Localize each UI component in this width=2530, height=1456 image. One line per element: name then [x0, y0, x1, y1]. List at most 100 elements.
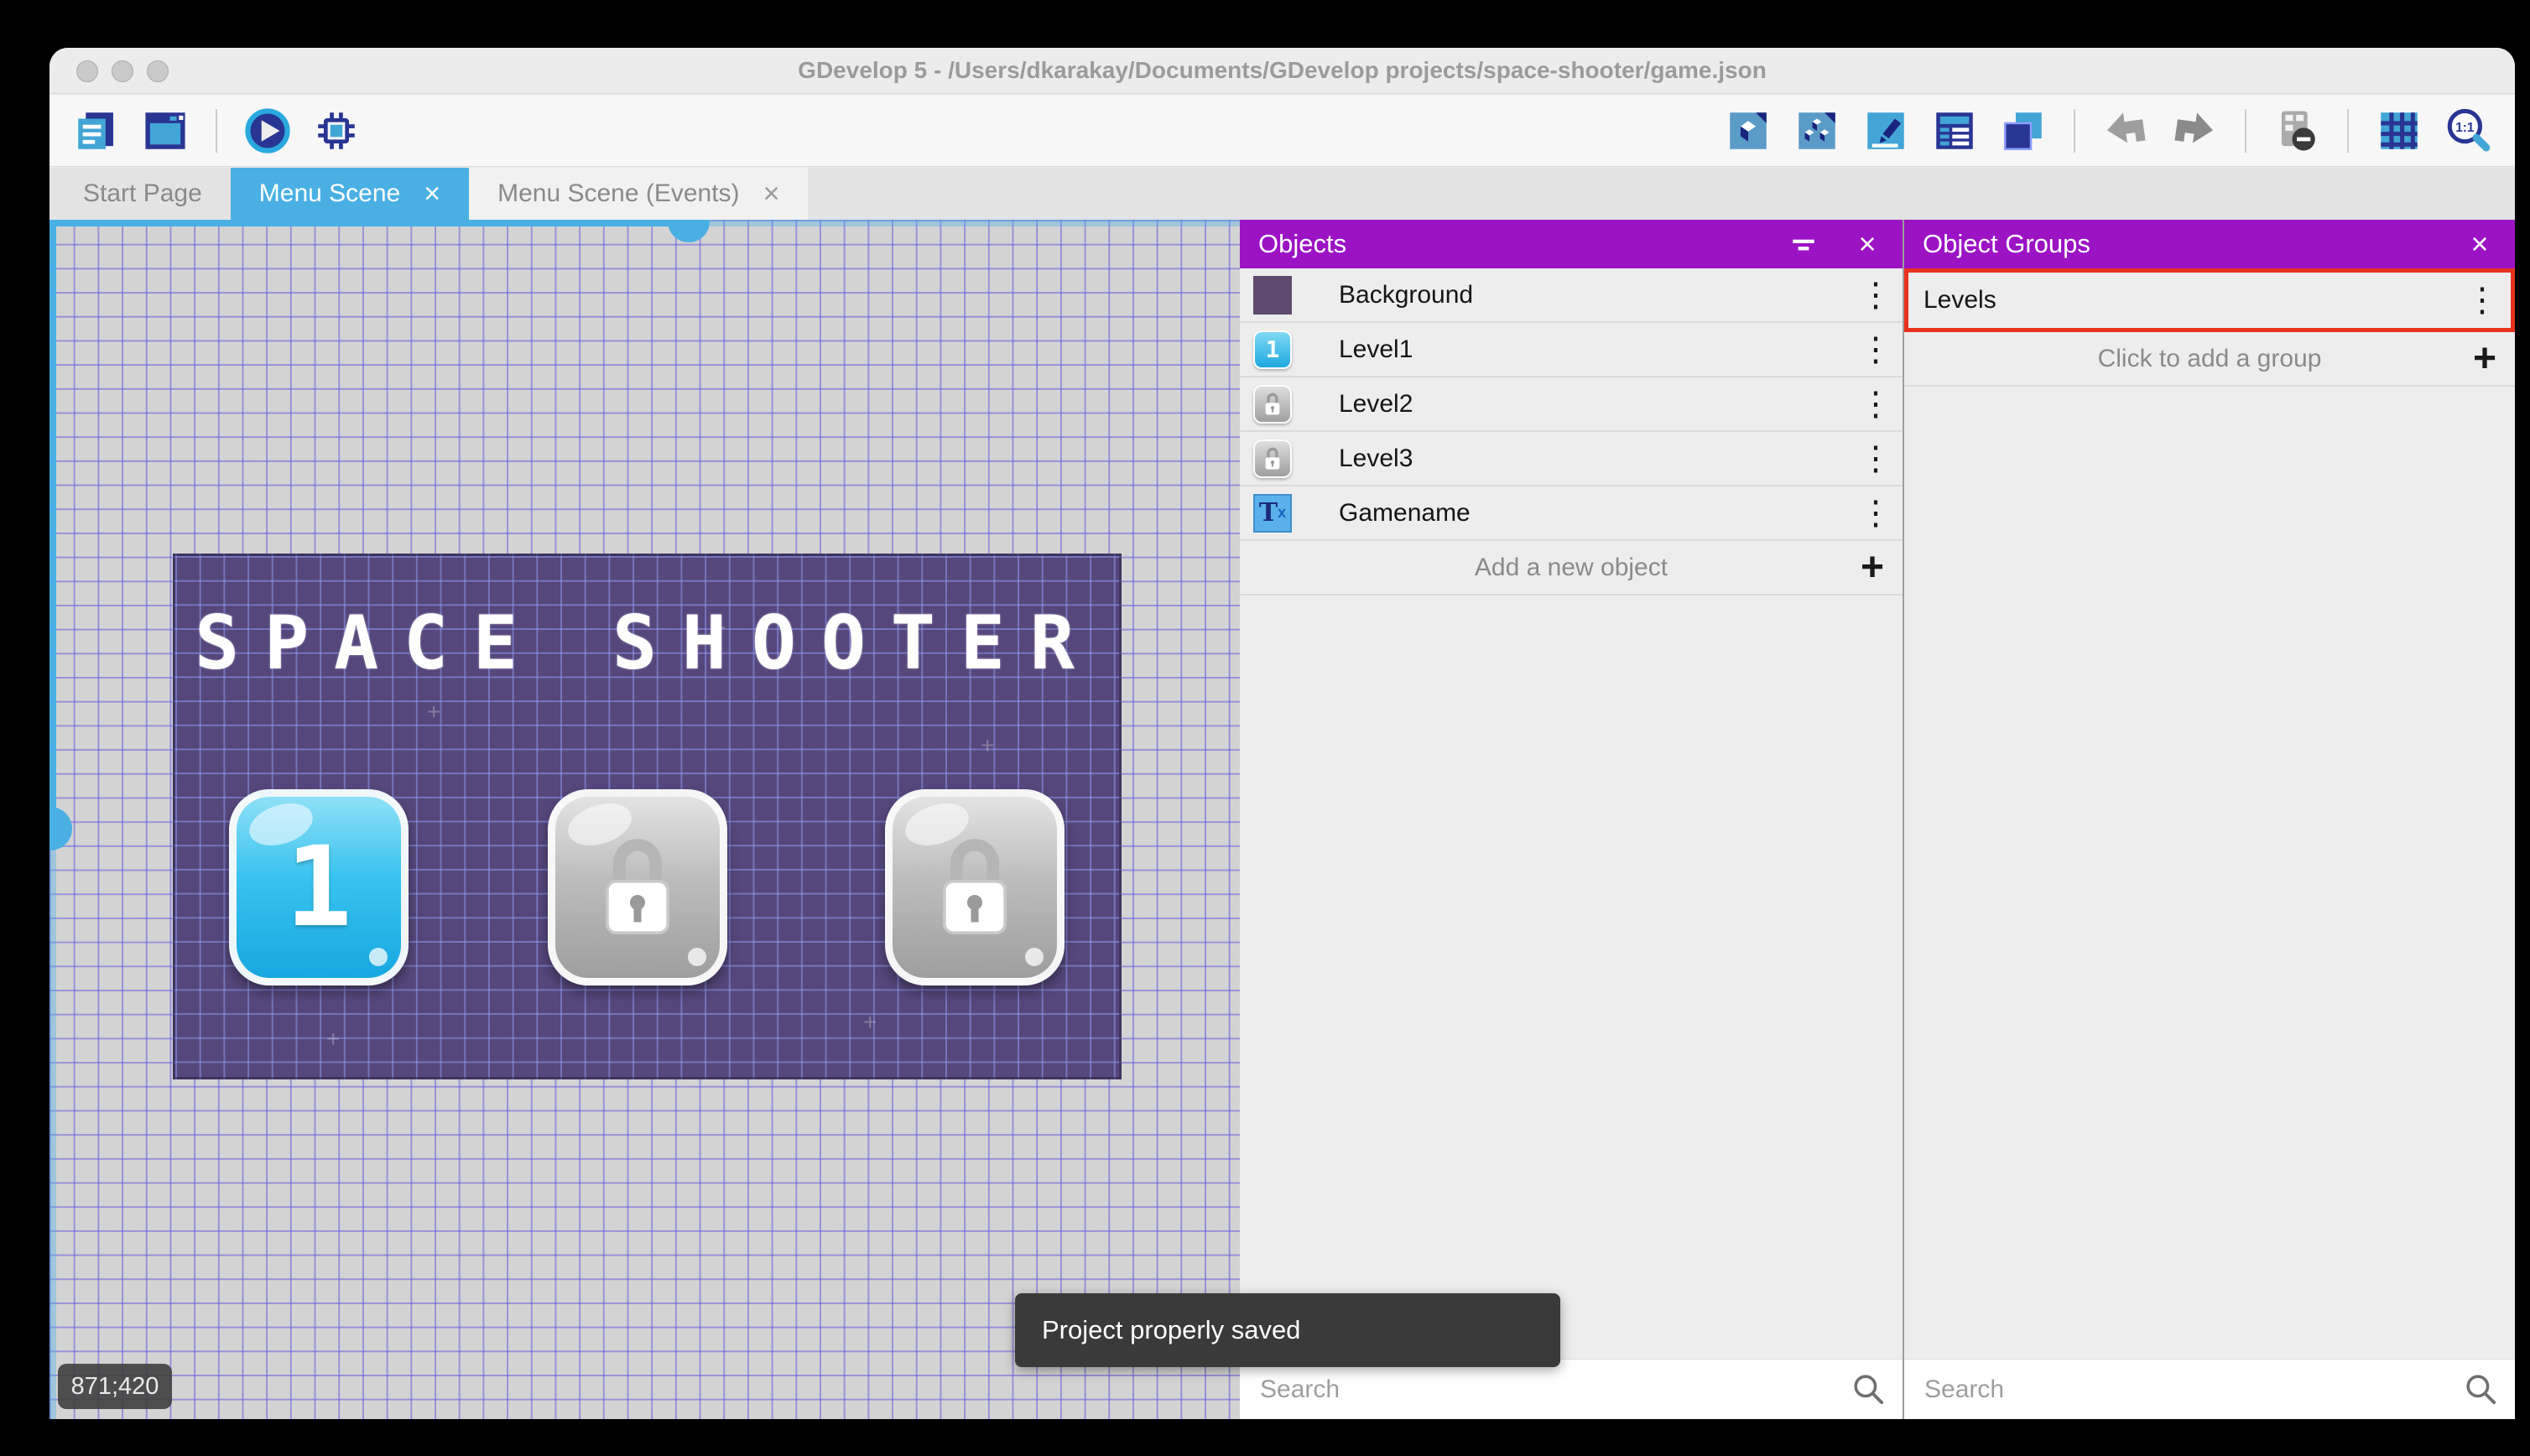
level1-thumbnail-icon: 1	[1253, 330, 1292, 369]
vertical-scrollbar[interactable]	[49, 220, 56, 839]
toolbar-separator	[2245, 109, 2246, 153]
tab-menu-scene-events[interactable]: Menu Scene (Events) ×	[469, 168, 808, 220]
undo-icon[interactable]	[2101, 106, 2151, 156]
object-row-level1[interactable]: 1 Level1 ⋮	[1240, 323, 1903, 377]
locked-thumbnail-icon	[1253, 385, 1292, 424]
add-object-label: Add a new object	[1475, 554, 1668, 582]
instances-list-icon[interactable]	[1929, 106, 1980, 156]
filter-icon[interactable]	[1787, 227, 1820, 261]
add-group-label: Click to add a group	[2098, 345, 2322, 373]
objects-panel: Objects × Background ⋮ 1 Level1 ⋮	[1240, 220, 1903, 1419]
grid-icon[interactable]	[2374, 106, 2424, 156]
object-name: Gamename	[1339, 499, 1859, 528]
level1-button-instance[interactable]: 1	[229, 789, 409, 985]
kebab-menu-icon[interactable]: ⋮	[1859, 330, 1889, 369]
toolbar-right-group: 1:1	[1723, 106, 2493, 156]
object-row-gamename[interactable]: Tx Gamename ⋮	[1240, 486, 1903, 541]
tab-bar: Start Page Menu Scene × Menu Scene (Even…	[49, 168, 2515, 220]
scene-editor-icon[interactable]	[140, 106, 190, 156]
add-group-row[interactable]: Click to add a group +	[1904, 332, 2515, 387]
horizontal-scrollbar-track[interactable]	[688, 220, 1240, 226]
play-icon[interactable]	[242, 106, 293, 156]
gloss-dot	[369, 948, 388, 966]
lock-icon	[929, 833, 1021, 942]
horizontal-scrollbar[interactable]	[49, 220, 688, 226]
star-decoration: +	[981, 732, 994, 759]
close-icon[interactable]: ×	[424, 179, 440, 208]
tab-label: Menu Scene (Events)	[497, 179, 739, 208]
panel-title: Object Groups	[1923, 229, 2433, 259]
game-title-text-instance[interactable]: SPACE SHOOTER	[175, 600, 1119, 686]
object-groups-search	[1904, 1359, 2515, 1419]
star-decoration: +	[863, 1009, 877, 1036]
instances-mask-icon[interactable]	[2272, 106, 2322, 156]
toast-notification: Project properly saved	[1015, 1293, 1560, 1367]
properties-icon[interactable]	[1861, 106, 1911, 156]
object-name: Background	[1339, 281, 1859, 309]
objects-panel-header: Objects ×	[1240, 220, 1903, 268]
text-object-thumbnail-icon: Tx	[1253, 494, 1292, 533]
project-manager-icon[interactable]	[71, 106, 122, 156]
level3-button-instance[interactable]	[885, 789, 1065, 985]
kebab-menu-icon[interactable]: ⋮	[2465, 281, 2496, 320]
vertical-scrollbar-thumb[interactable]	[49, 807, 72, 850]
toolbar-separator	[216, 109, 217, 153]
group-row-levels[interactable]: Levels ⋮	[1904, 268, 2515, 332]
gdevelop-window: GDevelop 5 - /Users/dkarakay/Documents/G…	[49, 48, 2515, 1419]
close-icon[interactable]: ×	[1851, 227, 1884, 261]
object-row-level2[interactable]: Level2 ⋮	[1240, 377, 1903, 432]
svg-text:1:1: 1:1	[2455, 120, 2475, 134]
layers-icon[interactable]	[1998, 106, 2048, 156]
titlebar[interactable]: GDevelop 5 - /Users/dkarakay/Documents/G…	[49, 48, 2515, 94]
kebab-menu-icon[interactable]: ⋮	[1859, 494, 1889, 533]
object-groups-panel-header: Object Groups ×	[1904, 220, 2515, 268]
plus-icon[interactable]: +	[2473, 335, 2496, 382]
level-number: 1	[285, 823, 351, 952]
zoom-window-button[interactable]	[147, 60, 169, 82]
object-row-background[interactable]: Background ⋮	[1240, 268, 1903, 323]
horizontal-scrollbar-thumb[interactable]	[668, 220, 710, 242]
close-icon[interactable]: ×	[2463, 227, 2496, 261]
redo-icon[interactable]	[2169, 106, 2220, 156]
window-title: GDevelop 5 - /Users/dkarakay/Documents/G…	[49, 57, 2515, 84]
kebab-menu-icon[interactable]: ⋮	[1859, 385, 1889, 424]
search-icon	[1851, 1371, 1887, 1408]
add-object-row[interactable]: Add a new object +	[1240, 541, 1903, 595]
tab-start-page[interactable]: Start Page	[55, 168, 231, 220]
star-decoration: +	[712, 615, 726, 642]
panel-title: Objects	[1258, 229, 1757, 259]
scene-canvas[interactable]: SPACE SHOOTER + + + + + 1	[49, 220, 1240, 1419]
lock-icon	[591, 833, 684, 942]
cursor-coordinates: 871;420	[58, 1364, 172, 1409]
plus-icon[interactable]: +	[1861, 544, 1884, 590]
vertical-scrollbar-track[interactable]	[49, 839, 56, 1419]
search-icon	[2463, 1371, 2500, 1408]
close-icon[interactable]: ×	[763, 179, 780, 208]
locked-thumbnail-icon	[1253, 439, 1292, 478]
close-window-button[interactable]	[76, 60, 98, 82]
kebab-menu-icon[interactable]: ⋮	[1859, 276, 1889, 315]
tab-menu-scene[interactable]: Menu Scene ×	[231, 168, 469, 220]
toolbar: 1:1	[49, 95, 2515, 167]
minimize-window-button[interactable]	[112, 60, 133, 82]
object-groups-search-input[interactable]	[1904, 1360, 2463, 1419]
gloss-dot	[1025, 948, 1044, 966]
object-name: Level3	[1339, 445, 1859, 473]
zoom-original-icon[interactable]: 1:1	[2443, 106, 2493, 156]
object-groups-panel: Object Groups × Levels ⋮ Click to add a …	[1904, 220, 2515, 1419]
toolbar-left-group	[71, 106, 362, 156]
objects-panel-icon[interactable]	[1723, 106, 1773, 156]
toolbar-separator	[2074, 109, 2075, 153]
object-name: Level1	[1339, 335, 1859, 364]
tab-label: Menu Scene	[259, 179, 400, 208]
background-instance[interactable]: SPACE SHOOTER + + + + + 1	[173, 554, 1122, 1079]
kebab-menu-icon[interactable]: ⋮	[1859, 439, 1889, 478]
star-decoration: +	[427, 699, 440, 725]
objects-search-input[interactable]	[1240, 1360, 1851, 1419]
level2-button-instance[interactable]	[548, 789, 727, 985]
object-groups-panel-icon[interactable]	[1792, 106, 1842, 156]
object-row-level3[interactable]: Level3 ⋮	[1240, 432, 1903, 486]
debug-icon[interactable]	[311, 106, 362, 156]
traffic-lights	[76, 48, 169, 94]
toolbar-separator	[2347, 109, 2349, 153]
